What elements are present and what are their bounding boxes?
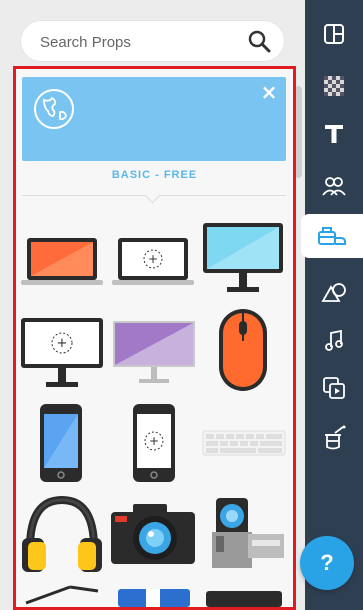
pack-label: BASIC - FREE — [111, 169, 198, 181]
prop-phone-plus[interactable]: + — [131, 402, 177, 484]
background-icon — [324, 76, 344, 96]
rail-characters-button[interactable] — [305, 164, 363, 208]
prop-camera[interactable] — [109, 502, 197, 568]
rail-music-button[interactable] — [305, 318, 363, 362]
prop-monitor-purple[interactable] — [111, 319, 197, 387]
rail-props-button[interactable] — [301, 214, 363, 258]
prop-camcorder[interactable] — [202, 496, 286, 572]
video-icon — [323, 377, 345, 399]
magic-icon — [325, 425, 346, 450]
prop-monitor-plus[interactable]: + — [19, 316, 105, 390]
rail-text-button[interactable] — [305, 112, 363, 156]
prop-partial-2[interactable] — [116, 587, 192, 607]
rail-shapes-button[interactable] — [305, 270, 363, 314]
text-icon — [325, 125, 343, 143]
prop-partial-1[interactable] — [22, 583, 102, 607]
shapes-icon — [321, 283, 346, 302]
rail-video-button[interactable] — [305, 366, 363, 410]
prop-phone-blue[interactable] — [38, 402, 84, 484]
props-list: × BASIC - FREE + + + — [13, 66, 296, 610]
search-icon[interactable] — [247, 29, 271, 53]
globe-icon — [34, 89, 74, 129]
prop-monitor-blue[interactable] — [201, 221, 285, 295]
search-input[interactable] — [38, 20, 242, 64]
close-icon[interactable]: × — [260, 82, 278, 102]
search-bar — [20, 20, 285, 64]
prop-headphones[interactable] — [20, 494, 104, 576]
rail-magic-button[interactable] — [305, 416, 363, 460]
props-panel: × BASIC - FREE + — [0, 0, 305, 610]
prop-laptop-plus[interactable]: + — [112, 234, 194, 288]
help-button[interactable]: ? — [300, 536, 354, 590]
prop-keyboard[interactable] — [202, 430, 286, 456]
props-icon — [318, 227, 346, 245]
prop-laptop-orange[interactable] — [21, 234, 103, 288]
svg-text:+: + — [148, 252, 158, 266]
prop-partial-3[interactable] — [204, 589, 284, 607]
tool-rail — [301, 0, 363, 610]
svg-text:+: + — [149, 434, 159, 448]
divider-notch — [144, 187, 161, 204]
characters-icon — [322, 177, 346, 196]
prop-mouse-orange[interactable] — [215, 307, 271, 393]
rail-layout-button[interactable] — [305, 12, 363, 56]
svg-text:+: + — [57, 336, 68, 351]
layout-icon — [324, 24, 344, 44]
pack-banner[interactable]: × — [22, 77, 286, 161]
rail-background-button[interactable] — [305, 64, 363, 108]
music-icon — [325, 329, 343, 351]
